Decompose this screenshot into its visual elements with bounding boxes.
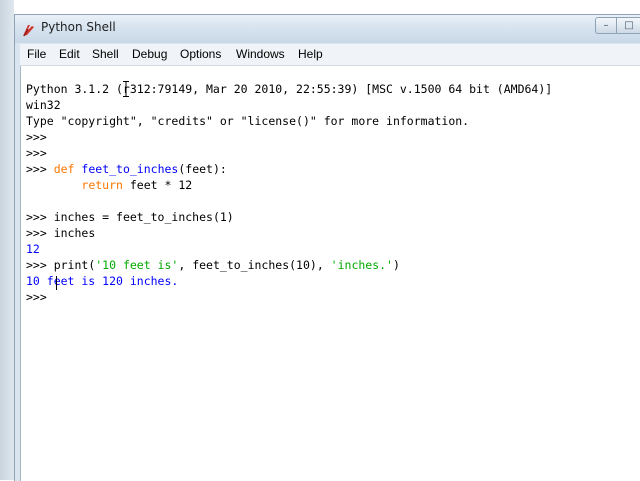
def-params: (feet): [178, 162, 227, 176]
banner-info-line: Type "copyright", "credits" or "license(… [26, 114, 470, 128]
desktop-background [0, 0, 14, 480]
shell-text-area[interactable]: Python 3.1.2 (r312:79149, Mar 20 2010, 2… [20, 66, 640, 481]
banner-platform-line: win32 [26, 98, 61, 112]
maximize-button[interactable]: □ [616, 17, 640, 34]
active-prompt-line[interactable]: >>> [26, 289, 54, 305]
menu-debug[interactable]: Debug [132, 47, 167, 61]
python-shell-window: Python Shell – □ File Edit Shell Debug O… [14, 14, 640, 481]
string-literal: '10 feet is' [95, 258, 179, 272]
print-close: ) [392, 258, 400, 272]
assign-line: >>> inches = feet_to_inches(1) [26, 209, 234, 225]
text-cursor [56, 276, 57, 290]
empty-prompt-line: >>> [26, 129, 54, 145]
return-line: return feet * 12 [26, 177, 192, 193]
def-keyword: def [53, 162, 75, 176]
prompt: >>> [26, 130, 54, 144]
return-keyword: return [81, 178, 123, 192]
eval-output: 12 [26, 242, 40, 256]
menu-windows[interactable]: Windows [236, 47, 285, 61]
return-expression: feet * 12 [122, 178, 193, 192]
string-literal: 'inches.' [330, 258, 393, 272]
banner-version-line: Python 3.1.2 (r312:79149, Mar 20 2010, 2… [26, 82, 553, 96]
prompt: >>> [26, 162, 54, 176]
menu-shell[interactable]: Shell [92, 47, 119, 61]
function-name: feet_to_inches [81, 162, 179, 176]
print-call: print( [53, 258, 96, 272]
prompt: >>> [26, 258, 54, 272]
eval-code: inches [53, 226, 96, 240]
menu-options[interactable]: Options [180, 47, 221, 61]
maximize-icon: □ [624, 20, 634, 31]
prompt: >>> [26, 210, 54, 224]
menu-edit[interactable]: Edit [59, 47, 80, 61]
prompt: >>> [26, 146, 54, 160]
menu-help[interactable]: Help [298, 47, 323, 61]
prompt: >>> [26, 290, 54, 304]
prompt: >>> [26, 226, 54, 240]
eval-line: >>> inches [26, 225, 95, 241]
minimize-icon: – [603, 20, 609, 31]
minimize-button[interactable]: – [595, 17, 617, 34]
print-output: 10 feet is 120 inches. [26, 274, 179, 288]
title-bar[interactable]: Python Shell – □ [15, 15, 640, 43]
print-args: , feet_to_inches(10), [178, 258, 331, 272]
menu-bar: File Edit Shell Debug Options Windows He… [20, 44, 640, 66]
menu-file[interactable]: File [27, 47, 46, 61]
def-line: >>> def feet_to_inches(feet): [26, 161, 227, 177]
ibeam-cursor-icon [123, 81, 129, 97]
window-title: Python Shell [41, 20, 116, 34]
idle-feather-icon [23, 25, 34, 37]
assign-code: inches = feet_to_inches(1) [53, 210, 234, 224]
print-line: >>> print('10 feet is', feet_to_inches(1… [26, 257, 400, 273]
empty-prompt-line: >>> [26, 145, 54, 161]
